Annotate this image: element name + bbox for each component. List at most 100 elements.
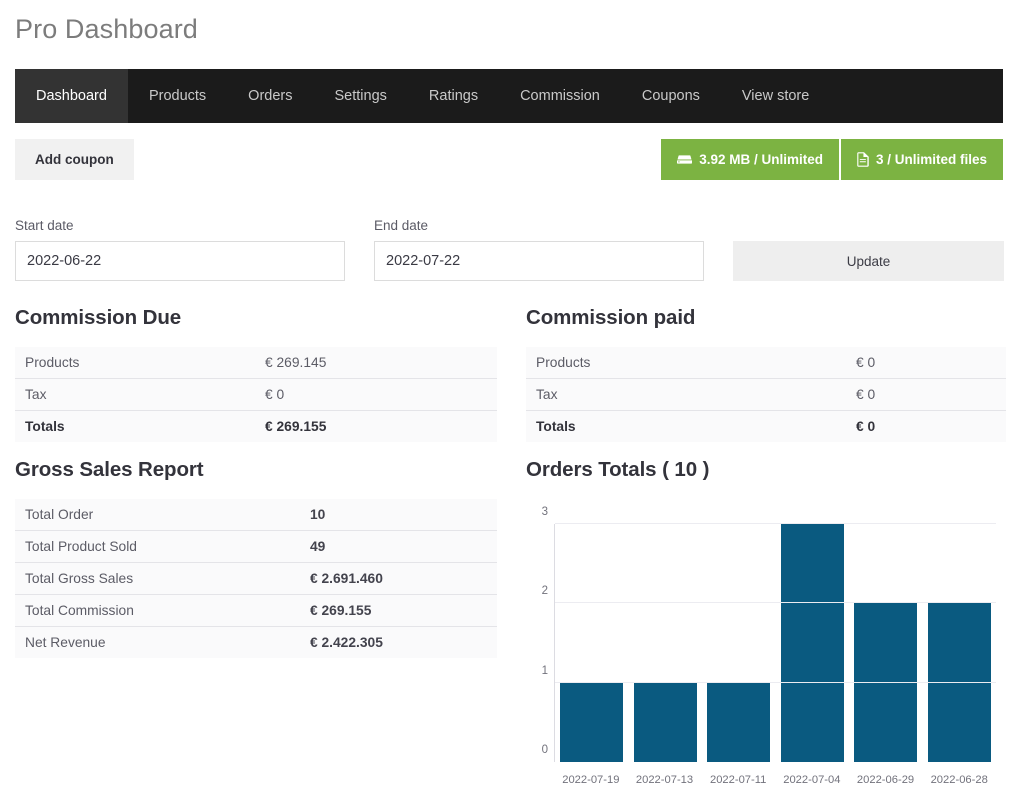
row-value: 49 (300, 530, 497, 563)
chart-gridline (555, 523, 996, 524)
row-value: € 269.155 (265, 419, 327, 434)
badge-label: 3.92 MB / Unlimited (699, 152, 823, 167)
table-row: Total Commission € 269.155 (15, 594, 497, 627)
commission-paid-table: Products € 0 Tax € 0 Totals € 0 (526, 347, 1006, 442)
commission-due-title: Commission Due (15, 306, 182, 329)
chart-bar[interactable] (854, 603, 918, 762)
row-label: Total Commission (15, 594, 300, 627)
table-row: Totals € 269.155 (15, 410, 497, 442)
table-row: Products € 269.145 (15, 347, 497, 379)
row-label: Total Order (15, 499, 300, 531)
chart-x-axis-labels: 2022-07-19 2022-07-13 2022-07-11 2022-07-04… (554, 774, 996, 786)
row-label: Products (526, 347, 846, 379)
chart-bar-cell (776, 524, 850, 762)
row-value: € 2.422.305 (310, 635, 383, 650)
table-row: Net Revenue € 2.422.305 (15, 626, 497, 658)
start-date-input[interactable] (15, 241, 345, 281)
row-label: Tax (526, 378, 846, 411)
row-value: € 269.155 (300, 594, 497, 627)
row-value: 10 (300, 499, 497, 531)
nav-item-view-store[interactable]: View store (721, 69, 830, 123)
row-value: € 269.145 (255, 347, 497, 379)
commission-paid-section: Commission paid Products € 0 Tax € 0 Totals €… (526, 306, 1006, 442)
row-value: € 0 (846, 347, 1006, 379)
gross-sales-report-section: Gross Sales Report Total Order 10 Total Pr… (15, 458, 497, 658)
gross-sales-report-title: Gross Sales Report (15, 458, 204, 481)
gross-sales-table: Total Order 10 Total Product Sold 49 Total G… (15, 499, 497, 658)
nav-item-coupons[interactable]: Coupons (621, 69, 721, 123)
badge-label: 3 / Unlimited files (875, 152, 987, 167)
nav-item-products[interactable]: Products (128, 69, 227, 123)
chart-bar-cell (629, 524, 703, 762)
table-row: Total Product Sold 49 (15, 530, 497, 563)
table-row: Tax € 0 (526, 378, 1006, 411)
nav-item-settings[interactable]: Settings (314, 69, 408, 123)
table-row: Total Gross Sales € 2.691.460 (15, 562, 497, 595)
start-date-label: Start date (15, 218, 74, 233)
hard-drive-icon (677, 153, 693, 166)
chart-bar[interactable] (780, 524, 844, 762)
table-row: Total Order 10 (15, 499, 497, 531)
file-icon (857, 152, 869, 167)
chart-y-tick-label: 2 (541, 585, 548, 598)
add-coupon-button[interactable]: Add coupon (15, 139, 134, 180)
chart-y-tick-label: 3 (541, 506, 548, 518)
main-navigation: Dashboard Products Orders Settings Ratings Co… (15, 69, 1003, 123)
chart-y-tick-label: 1 (541, 664, 548, 677)
chart-bar[interactable] (707, 682, 771, 762)
chart-bar-cell (923, 524, 997, 762)
chart-bar-cell (849, 524, 923, 762)
chart-plot-area: 0 1 2 3 (542, 506, 996, 762)
page-title: Pro Dashboard (15, 14, 198, 44)
chart-bar-cell (702, 524, 776, 762)
chart-gridline (555, 681, 996, 683)
nav-item-dashboard[interactable]: Dashboard (15, 69, 128, 123)
start-date-field-group: Start date (15, 218, 345, 281)
chart-x-tick-label: 2022-07-19 (562, 774, 620, 786)
row-label: Totals (536, 419, 576, 434)
orders-totals-bar-chart: 0123 2022-07-19 2022-07-13 2022-07-11 2022-… (526, 504, 1006, 792)
chart-bar[interactable] (560, 682, 624, 762)
nav-item-ratings[interactable]: Ratings (408, 69, 499, 123)
table-row: Tax € 0 (15, 378, 497, 411)
nav-item-orders[interactable]: Orders (227, 69, 313, 123)
row-value: € 0 (856, 419, 876, 434)
nav-item-commission[interactable]: Commission (499, 69, 621, 123)
badge-hard-drive[interactable]: 3.92 MB / Unlimited (661, 139, 839, 180)
badge-file[interactable]: 3 / Unlimited files (840, 139, 1003, 180)
row-value: € 0 (255, 378, 497, 411)
row-value: € 2.691.460 (300, 562, 497, 595)
row-label: Total Product Sold (15, 530, 300, 563)
end-date-field-group: End date (374, 218, 704, 281)
chart-x-tick-label: 2022-06-29 (856, 774, 915, 786)
row-label: Net Revenue (25, 635, 106, 650)
commission-due-table: Products € 269.145 Tax € 0 Totals € 269.155 (15, 347, 497, 442)
chart-bar-cell (555, 524, 629, 762)
pro-dashboard-page: Pro Dashboard Dashboard Products Orders Set… (0, 0, 1024, 792)
chart-bar[interactable] (633, 682, 697, 762)
row-label: Totals (25, 419, 65, 434)
chart-y-tick-label: 0 (541, 744, 548, 756)
chart-x-tick-label: 2022-07-13 (635, 774, 694, 786)
row-label: Total Gross Sales (15, 562, 300, 595)
action-row: Add coupon 3.92 MB / Unlimited 3 / Unlimi… (15, 139, 1003, 180)
storage-badges: 3.92 MB / Unlimited 3 / Unlimited files (661, 139, 1003, 180)
chart-x-tick-label: 2022-07-04 (783, 774, 841, 786)
chart-bars (555, 524, 996, 762)
commission-due-section: Commission Due Products € 269.145 Tax € 0 To… (15, 306, 497, 442)
row-label: Tax (15, 378, 255, 411)
row-label: Products (15, 347, 255, 379)
chart-bar[interactable] (927, 603, 991, 762)
commission-paid-title: Commission paid (526, 306, 696, 329)
row-value: € 0 (846, 378, 1006, 411)
update-button[interactable]: Update (733, 241, 1004, 281)
orders-totals-section: Orders Totals ( 10 ) 0123 2022-07-19 2022… (526, 458, 1006, 792)
chart-x-tick-label: 2022-06-28 (930, 774, 988, 786)
end-date-input[interactable] (374, 241, 704, 281)
end-date-label: End date (374, 218, 429, 233)
orders-totals-title: Orders Totals ( 10 ) (526, 458, 710, 481)
chart-gridline (555, 602, 996, 604)
table-row: Totals € 0 (526, 410, 1006, 442)
chart-x-tick-label: 2022-07-11 (709, 774, 767, 786)
date-filter-bar: Start date End date Update (15, 218, 1004, 281)
